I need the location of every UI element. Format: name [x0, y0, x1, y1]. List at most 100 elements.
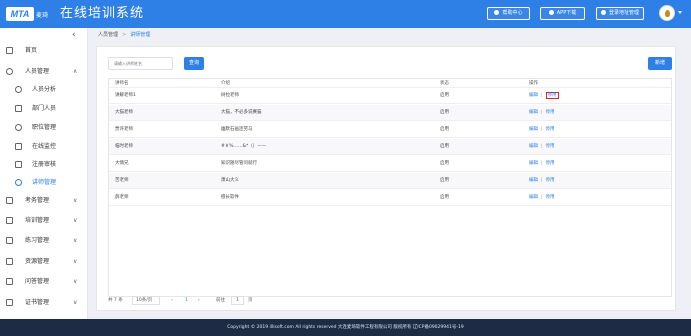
sidebar-item-personnel[interactable]: 人员管理 ∧ — [0, 63, 87, 80]
action-separator: | — [541, 178, 543, 183]
sidebar: ‹ 首页 人员管理 ∧ 人员分析 部门人员 职位管理 在线监控 注册审核 讲师管… — [0, 28, 88, 319]
query-button[interactable]: 查询 — [184, 57, 204, 70]
breadcrumb-separator: > — [122, 32, 127, 38]
edit-link[interactable]: 编辑 — [529, 127, 538, 132]
row-actions: 编辑 | 停用 — [529, 122, 555, 138]
app-download-button[interactable]: APP下载 — [540, 7, 585, 20]
sidebar-item-personnel-analysis[interactable]: 人员分析 — [0, 81, 87, 98]
next-page-icon[interactable]: › — [198, 295, 200, 306]
sidebar-item-positions[interactable]: 职位管理 — [0, 119, 87, 136]
sidebar-item-training[interactable]: 培训管理 ∨ — [0, 212, 87, 229]
edit-link[interactable]: 编辑 — [529, 195, 538, 200]
disable-link[interactable]: 停用 — [545, 92, 559, 99]
sidebar-item-monitor[interactable]: 在线监控 — [0, 138, 87, 155]
lecturer-name: 临时老师 — [115, 144, 133, 149]
sidebar-item-registration[interactable]: 注册审核 — [0, 156, 87, 173]
logo-sub: 麦琦 — [36, 12, 49, 19]
login-address-button[interactable]: 登录地址管理 — [596, 7, 644, 20]
main-panel: 查询 新增 讲师名 介绍 状态 操作 讲解老师1 树拉老师 启用 编辑|停用 大… — [96, 46, 676, 311]
app-title: 在线培训系统 — [60, 6, 145, 21]
avatar[interactable] — [659, 5, 675, 21]
edit-link[interactable]: 编辑 — [529, 161, 538, 166]
login-label: 登录地址管理 — [608, 10, 639, 16]
lecturer-name: 大情兄 — [115, 161, 129, 166]
sidebar-item-label: 人员管理 — [25, 68, 50, 75]
add-button[interactable]: 新增 — [648, 57, 672, 70]
chevron-down-icon: ∨ — [73, 278, 78, 285]
logo-mark: MTA — [6, 7, 34, 21]
position-icon — [15, 124, 22, 131]
top-header: MTA 麦琦 在线培训系统 帮助中心 APP下载 登录地址管理 — [0, 0, 691, 28]
app-label: APP下载 — [556, 10, 577, 16]
table-row: 临时老师 #￥%……&*（）—— 启用 编辑 | 停用 — [109, 139, 671, 155]
sidebar-item-label: 问答管理 — [25, 278, 50, 285]
help-center-button[interactable]: 帮助中心 — [487, 7, 530, 20]
edit-link[interactable]: 编辑 — [529, 178, 538, 183]
sidebar-item-home[interactable]: 首页 — [0, 42, 87, 59]
page-number[interactable]: 1 — [185, 295, 188, 306]
sidebar-item-exams[interactable]: 考务管理 ∨ — [0, 192, 87, 209]
disable-link[interactable]: 停用 — [546, 195, 555, 200]
chevron-down-icon: ∨ — [73, 258, 78, 265]
prev-page-icon[interactable]: ‹ — [171, 295, 173, 306]
lecturer-name: 贾许老师 — [115, 127, 133, 132]
lecturer-status: 启用 — [440, 195, 449, 200]
table-row: 大情兄 知识随尽管问就行 启用 编辑 | 停用 — [109, 156, 671, 172]
lecturer-status: 启用 — [440, 93, 449, 98]
disable-link[interactable]: 停用 — [546, 144, 555, 149]
resource-icon — [6, 258, 13, 265]
sidebar-item-department[interactable]: 部门人员 — [0, 100, 87, 117]
sidebar-item-certificates[interactable]: 证书管理 ∨ — [0, 294, 87, 311]
chevron-down-icon: ∨ — [73, 299, 78, 306]
lecturer-intro: 知识随尽管问就行 — [221, 161, 257, 166]
chevron-down-icon: ∨ — [73, 237, 78, 244]
certificate-icon — [6, 299, 13, 306]
page-size-select[interactable]: 10条/页 — [132, 296, 160, 305]
pagination: 共 7 条 10条/页 ‹ 1 › 前往 1 页 — [108, 295, 408, 306]
breadcrumb-parent[interactable]: 人员管理 — [98, 32, 118, 38]
sidebar-item-resources[interactable]: 资源管理 ∨ — [0, 253, 87, 270]
lecturer-status: 启用 — [440, 161, 449, 166]
sidebar-item-label: 资源管理 — [25, 258, 50, 265]
action-separator: | — [541, 161, 543, 166]
breadcrumb-current: 讲师管理 — [130, 32, 151, 38]
disable-link[interactable]: 停用 — [546, 178, 555, 183]
chevron-up-icon: ∧ — [73, 68, 78, 75]
sidebar-item-label: 注册审核 — [32, 161, 57, 168]
collapse-sidebar-icon[interactable]: ‹ — [72, 30, 76, 40]
chevron-down-icon: ∨ — [73, 217, 78, 224]
sidebar-item-lecturers[interactable]: 讲师管理 — [0, 174, 87, 191]
chevron-down-icon: ∨ — [73, 197, 78, 204]
disable-link[interactable]: 停用 — [546, 127, 555, 132]
row-actions: 编辑 | 停用 — [529, 88, 559, 104]
sidebar-item-qa[interactable]: 问答管理 ∨ — [0, 273, 87, 290]
sidebar-item-label: 讲师管理 — [32, 179, 57, 186]
lecturer-table: 讲师名 介绍 状态 操作 讲解老师1 树拉老师 启用 编辑 | 停用 大猫老师 大猫… — [108, 78, 672, 297]
lecturer-name: 薛老师 — [115, 195, 129, 200]
logo: MTA 麦琦 — [6, 5, 50, 23]
table-row: 苦老师 萧山大义 启用 编辑 | 停用 — [109, 173, 671, 189]
lecturer-status: 启用 — [440, 178, 449, 183]
table-row: 贾许老师 幽默石画连劳马 启用 编辑 | 停用 — [109, 122, 671, 138]
home-icon — [6, 47, 13, 54]
disable-link[interactable]: 停用 — [546, 110, 555, 115]
disable-link[interactable]: 停用 — [546, 161, 555, 166]
person-icon — [6, 68, 13, 75]
sidebar-item-practice[interactable]: 练习管理 ∨ — [0, 232, 87, 249]
edit-link[interactable]: 编辑 — [529, 144, 538, 149]
chevron-down-icon[interactable] — [678, 11, 682, 14]
help-icon — [494, 10, 500, 15]
edit-link[interactable]: 编辑 — [529, 110, 538, 115]
row-actions: 编辑 | 停用 — [529, 173, 555, 189]
sidebar-item-label: 首页 — [25, 47, 38, 54]
monitor-icon — [15, 143, 22, 150]
column-header-intro: 介绍 — [221, 81, 230, 86]
lecturer-status: 启用 — [440, 144, 449, 149]
action-separator: | — [541, 144, 543, 149]
lecturer-intro: 擅长软件 — [221, 195, 239, 200]
total-count: 共 7 条 — [108, 298, 123, 303]
edit-link[interactable]: 编辑 — [529, 93, 538, 98]
sidebar-item-label: 职位管理 — [32, 124, 57, 131]
goto-page-input[interactable]: 1 — [231, 296, 244, 305]
lecturer-search-input[interactable] — [108, 57, 173, 70]
